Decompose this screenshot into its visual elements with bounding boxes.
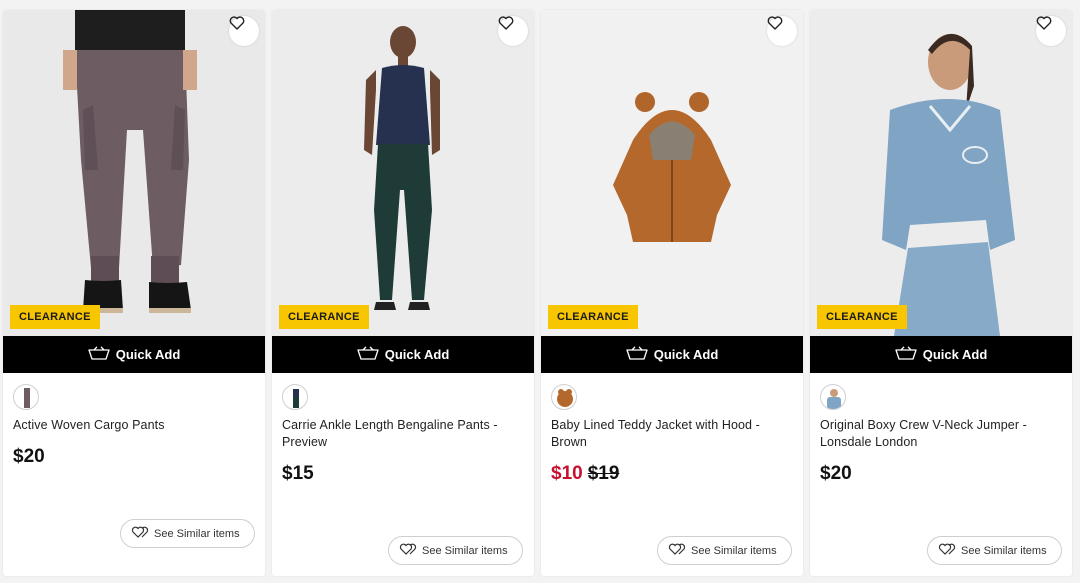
quick-add-button[interactable]: Quick Add bbox=[810, 336, 1072, 373]
color-swatch[interactable] bbox=[13, 384, 39, 410]
product-image[interactable]: CLEARANCE bbox=[541, 10, 803, 336]
hearts-icon bbox=[938, 542, 956, 559]
see-similar-button[interactable]: See Similar items bbox=[927, 536, 1062, 565]
hearts-icon bbox=[131, 525, 149, 542]
quick-add-button[interactable]: Quick Add bbox=[541, 336, 803, 373]
color-swatch[interactable] bbox=[820, 384, 846, 410]
basket-icon bbox=[895, 346, 917, 363]
see-similar-button[interactable]: See Similar items bbox=[120, 519, 255, 548]
hearts-icon bbox=[399, 542, 417, 559]
product-card[interactable]: CLEARANCE Quick Add Carrie Ankle Length … bbox=[272, 10, 534, 576]
product-card[interactable]: CLEARANCE Quick Add Baby Lined Teddy Jac… bbox=[541, 10, 803, 576]
product-photo bbox=[613, 92, 731, 242]
product-image[interactable]: CLEARANCE bbox=[3, 10, 265, 336]
product-image[interactable]: CLEARANCE bbox=[810, 10, 1072, 336]
basket-icon bbox=[88, 346, 110, 363]
quick-add-label: Quick Add bbox=[384, 347, 450, 362]
quick-add-button[interactable]: Quick Add bbox=[3, 336, 265, 373]
product-grid: CLEARANCE Quick Add Active Woven Cargo P… bbox=[0, 0, 1080, 583]
clearance-badge: CLEARANCE bbox=[548, 305, 638, 329]
color-swatch[interactable] bbox=[282, 384, 308, 410]
product-photo bbox=[63, 10, 197, 313]
quick-add-button[interactable]: Quick Add bbox=[272, 336, 534, 373]
quick-add-label: Quick Add bbox=[653, 347, 719, 362]
product-image[interactable]: CLEARANCE bbox=[272, 10, 534, 336]
product-name[interactable]: Active Woven Cargo Pants bbox=[13, 417, 248, 434]
clearance-badge: CLEARANCE bbox=[279, 305, 369, 329]
product-price: $20 bbox=[13, 446, 45, 467]
sale-price: $10 bbox=[551, 463, 583, 484]
clearance-badge: CLEARANCE bbox=[10, 305, 100, 329]
product-name[interactable]: Carrie Ankle Length Bengaline Pants - Pr… bbox=[282, 417, 517, 451]
see-similar-label: See Similar items bbox=[961, 544, 1047, 557]
original-price: $19 bbox=[587, 463, 620, 484]
quick-add-label: Quick Add bbox=[922, 347, 988, 362]
product-photo bbox=[364, 26, 440, 310]
wishlist-button[interactable] bbox=[1036, 16, 1066, 46]
basket-icon bbox=[626, 346, 648, 363]
see-similar-label: See Similar items bbox=[154, 527, 240, 540]
product-price: $10 $19 bbox=[551, 463, 619, 485]
product-name[interactable]: Original Boxy Crew V-Neck Jumper - Lonsd… bbox=[820, 417, 1055, 451]
clearance-badge: CLEARANCE bbox=[817, 305, 907, 329]
color-swatch[interactable] bbox=[551, 384, 577, 410]
product-price: $20 bbox=[820, 463, 852, 484]
see-similar-label: See Similar items bbox=[422, 544, 508, 557]
see-similar-button[interactable]: See Similar items bbox=[388, 536, 523, 565]
product-price: $15 bbox=[282, 463, 314, 484]
wishlist-button[interactable] bbox=[229, 16, 259, 46]
product-name[interactable]: Baby Lined Teddy Jacket with Hood - Brow… bbox=[551, 417, 786, 451]
quick-add-label: Quick Add bbox=[115, 347, 181, 362]
product-card[interactable]: CLEARANCE Quick Add Active Woven Cargo P… bbox=[3, 10, 265, 576]
see-similar-button[interactable]: See Similar items bbox=[657, 536, 792, 565]
product-photo bbox=[882, 33, 1015, 336]
see-similar-label: See Similar items bbox=[691, 544, 777, 557]
wishlist-button[interactable] bbox=[767, 16, 797, 46]
wishlist-button[interactable] bbox=[498, 16, 528, 46]
basket-icon bbox=[357, 346, 379, 363]
hearts-icon bbox=[668, 542, 686, 559]
product-card[interactable]: CLEARANCE Quick Add Original Boxy Crew V… bbox=[810, 10, 1072, 576]
